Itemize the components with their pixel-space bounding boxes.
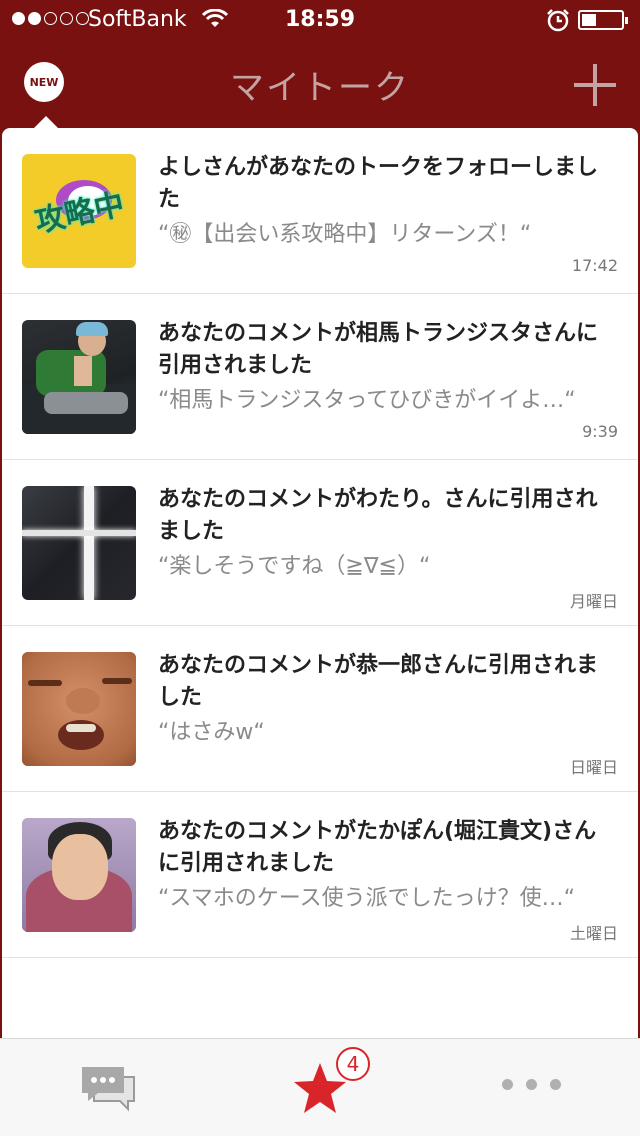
plus-icon[interactable] — [572, 62, 618, 108]
notification-time: 日曜日 — [569, 758, 618, 777]
app-screen: SoftBank 18:59 NEW マイトーク 攻略中 よしさんがあなたのトー… — [0, 0, 640, 1136]
list-item[interactable]: あなたのコメントが恭一郎さんに引用されました “はさみw“ 日曜日 — [2, 626, 638, 792]
status-bar: SoftBank 18:59 — [0, 0, 640, 40]
status-time: 18:59 — [284, 7, 356, 32]
new-badge-pointer — [34, 116, 58, 128]
page-title: マイトーク — [230, 68, 410, 108]
notification-time: 9:39 — [582, 422, 618, 441]
chat-bubbles-icon[interactable] — [78, 1063, 138, 1113]
notification-time: 月曜日 — [569, 592, 618, 611]
notification-time: 17:42 — [571, 256, 618, 275]
thumbnail-image — [22, 652, 136, 766]
notification-quote: “㊙【出会い系攻略中】リターンズ！“ — [158, 222, 532, 247]
notification-quote: “はさみw“ — [158, 720, 265, 745]
alarm-icon — [546, 8, 570, 38]
list-item[interactable]: あなたのコメントがたかぽん(堀江貴文)さんに引用されました “スマホのケース使う… — [2, 792, 638, 958]
thumbnail-image — [22, 818, 136, 932]
nav-bar: NEW マイトーク — [0, 40, 640, 128]
tab-bar: 4 — [0, 1038, 640, 1136]
thumbnail-image: 攻略中 — [22, 154, 136, 268]
notification-title: あなたのコメントがたかぽん(堀江貴文)さんに引用されました — [158, 819, 597, 876]
notification-title: よしさんがあなたのトークをフォローしました — [158, 155, 599, 212]
notification-quote: “スマホのケース使う派でしたっけ？使…“ — [158, 886, 576, 911]
notification-title: あなたのコメントが相馬トランジスタさんに引用されました — [158, 321, 599, 378]
more-dots-icon[interactable] — [502, 1079, 561, 1090]
list-item[interactable]: あなたのコメントがわたり。さんに引用されました “楽しそうですね（≧∇≦）“ 月… — [2, 460, 638, 626]
thumbnail-image — [22, 486, 136, 600]
battery-icon — [578, 10, 628, 30]
notification-quote: “相馬トランジスタってひびきがイイよ…“ — [158, 388, 576, 413]
list-item[interactable]: あなたのコメントが相馬トランジスタさんに引用されました “相馬トランジスタってひ… — [2, 294, 638, 460]
notification-title: あなたのコメントが恭一郎さんに引用されました — [158, 653, 599, 710]
notification-count-badge: 4 — [336, 1047, 370, 1081]
thumbnail-image — [22, 320, 136, 434]
notification-list: 攻略中 よしさんがあなたのトークをフォローしました “㊙【出会い系攻略中】リター… — [2, 128, 638, 1038]
notification-title: あなたのコメントがわたり。さんに引用されました — [158, 487, 598, 544]
notification-quote: “楽しそうですね（≧∇≦）“ — [158, 554, 431, 579]
notification-time: 土曜日 — [569, 924, 618, 943]
list-item[interactable]: 攻略中 よしさんがあなたのトークをフォローしました “㊙【出会い系攻略中】リター… — [2, 128, 638, 294]
thumbnail-label: 攻略中 — [32, 186, 128, 240]
